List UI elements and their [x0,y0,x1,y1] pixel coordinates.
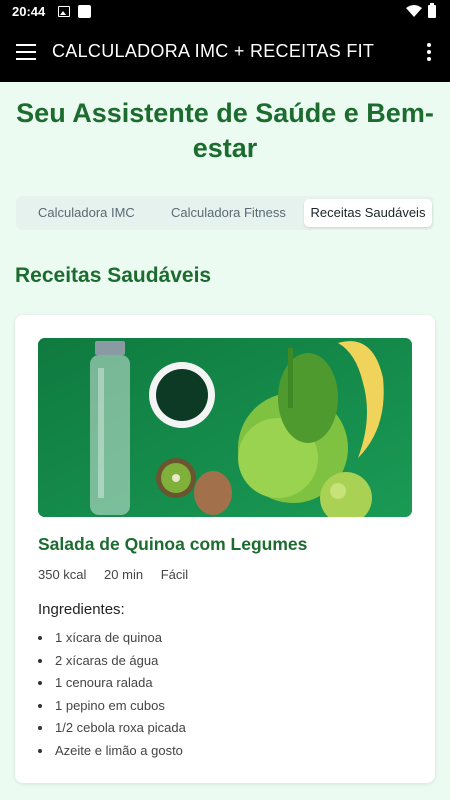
wifi-icon [406,5,422,17]
section-title: Receitas Saudáveis [15,264,212,287]
recipe-calories: 350 kcal [38,567,87,582]
page-title: Seu Assistente de Saúde e Bem-estar [16,98,434,163]
recipe-image [38,338,412,517]
recipe-meta: 350 kcal 20 min Fácil [38,567,202,582]
ingredients-list: 1 xícara de quinoa 2 xícaras de água 1 c… [38,629,186,765]
recipe-name: Salada de Quinoa com Legumes [38,534,308,554]
ingredient-item: Azeite e limão a gosto [38,742,186,765]
ingredient-item: 1 cenoura ralada [38,674,186,697]
app-title: CALCULADORA IMC + RECEITAS FIT [52,41,375,61]
menu-icon[interactable] [16,44,36,60]
tab-bar: Calculadora IMC Calculadora Fitness Rece… [16,196,434,230]
recipe-difficulty: Fácil [160,567,189,582]
recipe-card: Salada de Quinoa com Legumes 350 kcal 20… [15,315,435,783]
tab-receitas-saudaveis[interactable]: Receitas Saudáveis [304,199,432,227]
ingredient-item: 1 xícara de quinoa [38,629,186,652]
battery-icon [428,3,436,18]
ingredient-item: 1/2 cebola roxa picada [38,719,186,742]
image-notification-icon [58,6,70,17]
tab-calculadora-fitness[interactable]: Calculadora Fitness [171,199,286,227]
status-bar: 20:44 [0,0,450,24]
recipe-time: 20 min [104,567,144,582]
ingredient-item: 2 xícaras de água [38,652,186,675]
status-time: 20:44 [12,4,46,19]
tab-calculadora-imc[interactable]: Calculadora IMC [38,199,135,227]
ingredients-title: Ingredientes: [38,601,125,618]
app-bar: CALCULADORA IMC + RECEITAS FIT [0,24,450,82]
app-notification-icon [78,5,91,18]
ingredient-item: 1 pepino em cubos [38,697,186,720]
more-options-icon[interactable] [424,43,434,63]
